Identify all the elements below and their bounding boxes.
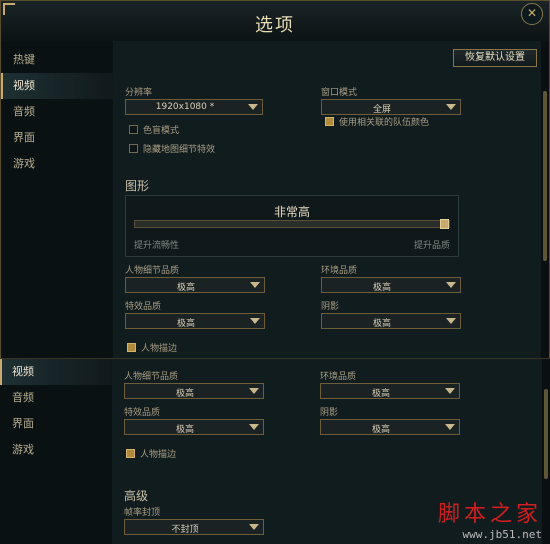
hide-eyecandy-label: 隐藏地图细节特效 <box>143 145 216 155</box>
shadows-label: 阴影 <box>321 302 340 312</box>
character-quality-dropdown[interactable]: 极高 <box>125 277 265 293</box>
chevron-down-icon <box>250 318 260 324</box>
character-quality-value: 极高 <box>175 389 194 399</box>
chevron-down-icon <box>445 424 455 430</box>
settings-scrollbar[interactable] <box>542 359 550 544</box>
window-mode-dropdown[interactable]: 全屏 <box>321 99 461 115</box>
chevron-down-icon <box>248 104 258 110</box>
sidebar-item-video[interactable]: 视频 <box>0 359 112 385</box>
environment-quality-value: 极高 <box>371 389 390 399</box>
sidebar-item-game[interactable]: 游戏 <box>1 151 113 177</box>
environment-quality-label: 环境品质 <box>321 266 358 276</box>
team-color-label: 使用相关联的队伍颜色 <box>339 118 430 128</box>
watermark-title: 脚本之家 <box>437 502 542 527</box>
title-bar: 选项 ✕ <box>1 1 549 42</box>
character-quality-dropdown[interactable]: 极高 <box>124 383 264 399</box>
sidebar-item-interface[interactable]: 界面 <box>0 411 112 437</box>
shadows-dropdown[interactable]: 极高 <box>320 419 460 435</box>
effects-quality-value: 极高 <box>176 319 195 329</box>
resolution-dropdown[interactable]: 1920x1080 * <box>125 99 263 115</box>
shadows-dropdown[interactable]: 极高 <box>321 313 461 329</box>
team-color-checkbox[interactable] <box>325 117 334 126</box>
close-button[interactable]: ✕ <box>521 3 543 25</box>
graphics-section-title: 图形 <box>125 179 150 193</box>
window-mode-value: 全屏 <box>372 105 391 115</box>
slider-low-label: 提升流畅性 <box>134 241 180 251</box>
watermark-url: www.jb51.net <box>462 528 542 541</box>
character-inking-label: 人物描边 <box>141 344 178 354</box>
hide-eyecandy-checkbox[interactable] <box>129 144 138 153</box>
graphics-quality-value: 非常高 <box>273 205 310 219</box>
scrollbar-thumb[interactable] <box>544 389 548 479</box>
video-settings-panel: 恢复默认设置 分辨率 1920x1080 * 窗口模式 全屏 色盲模式 使用相关… <box>113 41 541 359</box>
sidebar-item-sound[interactable]: 音频 <box>1 99 113 125</box>
restore-defaults-button[interactable]: 恢复默认设置 <box>453 49 537 67</box>
settings-sidebar: 热键 视频 音频 界面 游戏 <box>1 41 113 359</box>
chevron-down-icon <box>446 104 456 110</box>
settings-sidebar-scrolled: 视频 音频 界面 游戏 <box>0 359 112 544</box>
effects-quality-label: 特效品质 <box>124 408 161 418</box>
effects-quality-value: 极高 <box>175 425 194 435</box>
chevron-down-icon <box>249 524 259 530</box>
advanced-section-title: 高级 <box>124 489 149 503</box>
chevron-down-icon <box>249 388 259 394</box>
chevron-down-icon <box>250 282 260 288</box>
sidebar-item-video[interactable]: 视频 <box>1 73 113 99</box>
environment-quality-value: 极高 <box>372 283 391 293</box>
effects-quality-dropdown[interactable]: 极高 <box>125 313 265 329</box>
sidebar-item-hotkeys[interactable]: 热键 <box>1 47 113 73</box>
character-quality-label: 人物细节品质 <box>125 266 180 276</box>
environment-quality-label: 环境品质 <box>320 372 357 382</box>
chevron-down-icon <box>445 388 455 394</box>
frame-rate-cap-dropdown[interactable]: 不封顶 <box>124 519 264 535</box>
character-quality-label: 人物细节品质 <box>124 372 179 382</box>
chevron-down-icon <box>446 318 456 324</box>
frame-rate-cap-value: 不封顶 <box>171 525 199 535</box>
sidebar-item-game[interactable]: 游戏 <box>0 437 112 463</box>
colorblind-checkbox[interactable] <box>129 125 138 134</box>
shadows-value: 极高 <box>372 319 391 329</box>
effects-quality-dropdown[interactable]: 极高 <box>124 419 264 435</box>
character-inking-label: 人物描边 <box>140 450 177 460</box>
colorblind-label: 色盲模式 <box>143 126 180 136</box>
window-mode-label: 窗口模式 <box>321 88 358 98</box>
settings-scrollbar[interactable] <box>541 41 549 359</box>
site-watermark: 脚本之家 www.jb51.net <box>438 496 542 541</box>
resolution-label: 分辨率 <box>125 88 153 98</box>
chevron-down-icon <box>249 424 259 430</box>
slider-fill <box>135 221 449 227</box>
slider-high-label: 提升品质 <box>413 241 450 251</box>
character-quality-value: 极高 <box>176 283 195 293</box>
graphics-quality-box: 非常高 提升流畅性 提升品质 <box>125 195 459 257</box>
chevron-down-icon <box>446 282 456 288</box>
sidebar-item-sound[interactable]: 音频 <box>0 385 112 411</box>
slider-handle[interactable] <box>440 219 449 229</box>
resolution-value: 1920x1080 * <box>155 102 215 112</box>
options-window: 选项 ✕ 热键 视频 音频 界面 游戏 恢复默认设置 分辨率 1920x1080… <box>0 0 550 360</box>
scrolled-options-panel: 视频 音频 界面 游戏 人物细节品质 极高 环境品质 极高 特效品质 极高 阴影… <box>0 358 550 544</box>
environment-quality-dropdown[interactable]: 极高 <box>321 277 461 293</box>
shadows-label: 阴影 <box>320 408 339 418</box>
frame-rate-cap-label: 帧率封顶 <box>124 508 161 518</box>
graphics-quality-slider[interactable] <box>134 219 450 229</box>
effects-quality-label: 特效品质 <box>125 302 162 312</box>
sidebar-item-interface[interactable]: 界面 <box>1 125 113 151</box>
character-inking-checkbox[interactable] <box>127 343 136 352</box>
shadows-value: 极高 <box>371 425 390 435</box>
character-inking-checkbox[interactable] <box>126 449 135 458</box>
window-title: 选项 <box>255 15 295 36</box>
environment-quality-dropdown[interactable]: 极高 <box>320 383 460 399</box>
scrollbar-thumb[interactable] <box>543 91 547 261</box>
